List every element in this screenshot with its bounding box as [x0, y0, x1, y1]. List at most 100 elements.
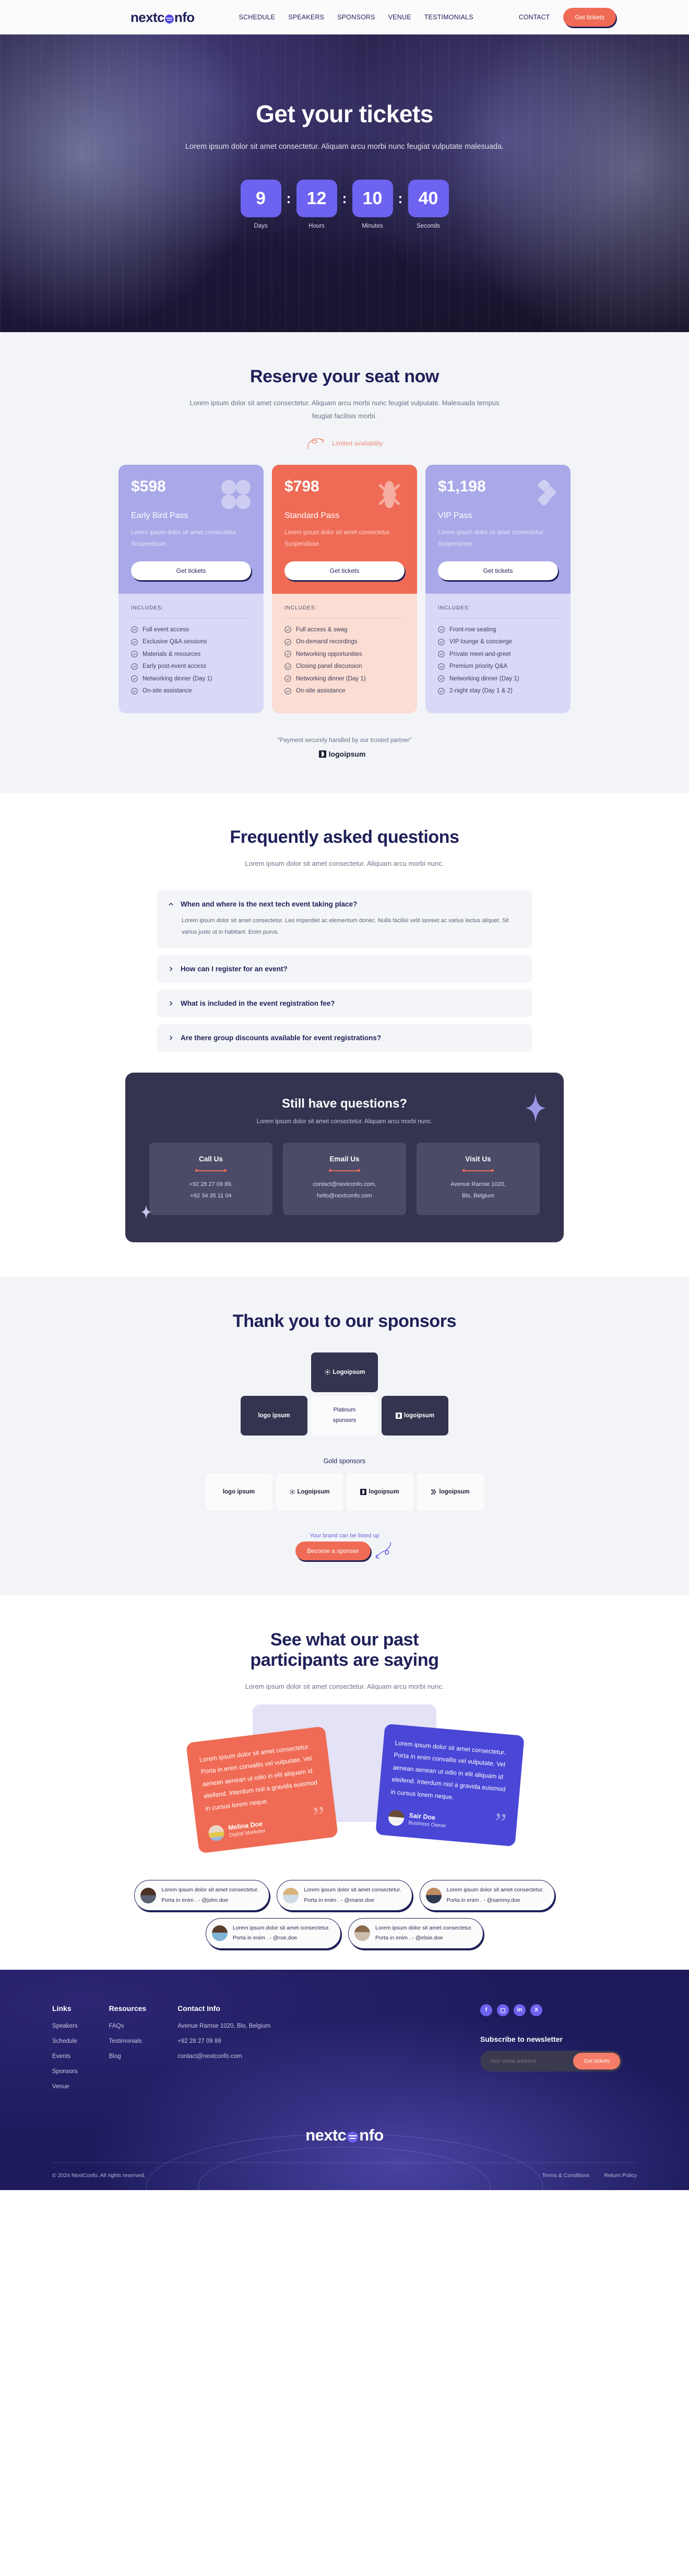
pricing-get-tickets-button[interactable]: Get tickets — [438, 561, 558, 581]
pill-line1: Lorem ipsum dolor sit amet consectetur. — [232, 1925, 330, 1931]
gold-sponsor-tile-3[interactable]: logoipsum — [346, 1473, 413, 1511]
pricing-card-features: INCLUDES: Front-row seating VIP lounge &… — [425, 594, 571, 714]
sponsor-tile-logoipsum-2[interactable]: logo ipsum — [241, 1395, 307, 1436]
payment-note: "Payment securely handled by our trusted… — [277, 737, 412, 744]
facebook-icon[interactable]: f — [480, 2004, 492, 2016]
faq-section: Frequently asked questions Lorem ipsum d… — [0, 793, 689, 1277]
testimonial-pill[interactable]: Lorem ipsum dolor sit amet consectetur. … — [419, 1880, 555, 1911]
testimonial-pill[interactable]: Lorem ipsum dolor sit amet consectetur. … — [348, 1918, 484, 1949]
faq-item[interactable]: When and where is the next tech event ta… — [157, 890, 532, 948]
feature-item: 2-night stay (Day 1 & 2) — [438, 688, 558, 695]
footer-contact-address: Avenue Ramse 1020, Blo, Belgium — [177, 2022, 271, 2029]
chevron-right-icon — [170, 967, 173, 971]
footer-link-events[interactable]: Events — [52, 2053, 78, 2060]
contact-box-email-us[interactable]: Email Us contact@nextconfo.com, hello@ne… — [283, 1142, 406, 1215]
pill-line1: Lorem ipsum dolor sit amet consectetur. — [375, 1925, 473, 1931]
feature-item: Networking dinner (Day 1) — [284, 675, 405, 683]
sponsor-logo: logoipsum — [360, 1488, 399, 1495]
countdown-separator-1: : — [286, 191, 291, 206]
sponsor-tile-logoipsum-3[interactable]: logoipsum — [382, 1395, 448, 1436]
footer-link-blog[interactable]: Blog — [109, 2053, 147, 2060]
faq-question-row[interactable]: Are there group discounts available for … — [168, 1034, 521, 1042]
terms-link[interactable]: Terms & Conditions — [542, 2172, 590, 2179]
sponsor-tile-logoipsum-1[interactable]: Logoipsum — [311, 1352, 378, 1392]
testimonial-card-sair: Lorem ipsum dolor sit amet consectetur. … — [375, 1723, 525, 1847]
sponsor-logo-text: Logoipsum — [332, 1369, 365, 1375]
subscribe-form: Get tickets — [480, 2050, 622, 2072]
nav-item-testimonials[interactable]: TESTIMONIALS — [424, 14, 473, 21]
footer-contact-phone[interactable]: +92 28 27 09 89 — [177, 2038, 270, 2044]
pricing-plan-name: Standard Pass — [284, 511, 339, 520]
pricing-get-tickets-button[interactable]: Get tickets — [131, 561, 251, 581]
pricing-card-standard[interactable]: $798 Standard Pass Lorem ipsum dolor sit… — [272, 464, 417, 714]
feature-label: Full access & swag — [296, 626, 348, 633]
faq-question-row[interactable]: What is included in the event registrati… — [168, 999, 521, 1007]
gold-sponsor-tile-2[interactable]: Logoipsum — [276, 1473, 343, 1511]
twitter-x-icon[interactable]: X — [530, 2004, 542, 2016]
contact-box-call-us[interactable]: Call Us +92 28 27 09 89, +92 34 35 11 04 — [149, 1142, 272, 1215]
footer-link-faqs[interactable]: FAQs — [109, 2023, 147, 2029]
get-tickets-button[interactable]: Get tickets — [563, 8, 616, 27]
faq-question-row[interactable]: How can I register for an event? — [168, 965, 521, 973]
check-circle-icon — [438, 688, 445, 695]
platinum-sponsor-top: Logoipsum — [52, 1352, 637, 1392]
footer-link-speakers[interactable]: Speakers — [52, 2023, 78, 2029]
testimonial-pill[interactable]: Lorem ipsum dolor sit amet consectetur. … — [205, 1918, 341, 1949]
gold-sponsor-tile-1[interactable]: logo ipsum — [205, 1473, 272, 1511]
pill-line2: Porta in enim . - @sammy.doe — [446, 1897, 520, 1903]
email-input[interactable] — [482, 2057, 574, 2064]
contact-box-line1: contact@nextconfo.com, — [313, 1181, 376, 1187]
sunburst-icon — [324, 1369, 330, 1375]
return-policy-link[interactable]: Return Policy — [604, 2172, 637, 2179]
nav-item-schedule[interactable]: SCHEDULE — [239, 14, 276, 21]
nav-item-contact[interactable]: CONTACT — [519, 14, 550, 21]
sponsor-logo: logo ipsum — [258, 1413, 290, 1419]
payment-partner-name: logoipsum — [328, 750, 366, 759]
testimonial-pill[interactable]: Lorem ipsum dolor sit amet consectetur. … — [277, 1880, 412, 1911]
subscribe-button[interactable]: Get tickets — [573, 2052, 620, 2069]
footer-link-sponsors[interactable]: Sponsors — [52, 2068, 78, 2075]
nav-item-speakers[interactable]: SPEAKERS — [288, 14, 324, 21]
sponsor-logo: Logoipsum — [289, 1489, 329, 1495]
testimonial-pill[interactable]: Lorem ipsum dolor sit amet consectetur. … — [134, 1880, 270, 1911]
pricing-card-vip[interactable]: $1,198 VIP Pass Lorem ipsum dolor sit am… — [425, 464, 571, 714]
faq-list: When and where is the next tech event ta… — [157, 890, 532, 1052]
footer-contact-email[interactable]: contact@nextconfo.com — [177, 2053, 270, 2060]
contact-box-visit-us[interactable]: Visit Us Avenue Ramse 1020, Blo, Belgium — [417, 1142, 540, 1215]
linkedin-icon[interactable]: in — [514, 2004, 526, 2016]
pricing-get-tickets-button[interactable]: Get tickets — [284, 561, 405, 581]
gold-sponsor-tile-4[interactable]: logoipsum — [417, 1473, 484, 1511]
hero-content: Get your tickets Lorem ipsum dolor sit a… — [0, 34, 689, 229]
pill-text: Lorem ipsum dolor sit amet consectetur. … — [161, 1885, 258, 1905]
footer-bottom-links: Terms & Conditions Return Policy — [542, 2172, 637, 2179]
nav-item-sponsors[interactable]: SPONSORS — [337, 14, 375, 21]
faq-question-row[interactable]: When and where is the next tech event ta… — [168, 900, 521, 908]
pricing-card-early-bird[interactable]: $598 Early Bird Pass Lorem ipsum dolor s… — [118, 464, 264, 714]
footer-bottom-bar: © 2024 NextConfo. All rights reserved. T… — [52, 2162, 637, 2190]
hero-title: Get your tickets — [256, 100, 433, 127]
testimonial-cards-stage: Lorem ipsum dolor sit amet consectetur. … — [52, 1704, 637, 1877]
testimonial-pill-row-2: Lorem ipsum dolor sit amet consectetur. … — [52, 1918, 637, 1949]
pricing-card-header: $798 Standard Pass Lorem ipsum dolor sit… — [272, 464, 417, 594]
halfmoon-icon — [395, 1412, 402, 1419]
footer-link-schedule[interactable]: Schedule — [52, 2038, 78, 2044]
testimonial-quote: Lorem ipsum dolor sit amet consectetur. … — [199, 1743, 318, 1813]
footer-column-contact: Contact Info Avenue Ramse 1020, Blo, Bel… — [177, 2004, 270, 2099]
contact-box-line1: +92 28 27 09 89, — [189, 1181, 233, 1187]
pill-line1: Lorem ipsum dolor sit amet consectetur. — [304, 1887, 401, 1893]
footer-link-venue[interactable]: Venue — [52, 2084, 78, 2090]
faq-item[interactable]: What is included in the event registrati… — [157, 989, 532, 1017]
feature-item: Private meet-and-greet — [438, 651, 558, 658]
feature-item: VIP lounge & concierge — [438, 639, 558, 645]
nav-item-venue[interactable]: VENUE — [388, 14, 411, 21]
faq-item[interactable]: Are there group discounts available for … — [157, 1024, 532, 1052]
countdown-unit-seconds: 40 Seconds — [408, 180, 449, 229]
brand-logo[interactable]: nextc nfo — [130, 9, 195, 26]
instagram-icon[interactable]: ▢ — [497, 2004, 509, 2016]
footer-link-testimonials[interactable]: Testimonials — [109, 2038, 147, 2044]
become-sponsor-button[interactable]: Become a sponser — [295, 1541, 371, 1560]
feature-item: Premium priority Q&A — [438, 663, 558, 670]
testimonial-author: Melina Doe Digital Marketer — [207, 1812, 326, 1842]
faq-item[interactable]: How can I register for an event? — [157, 955, 532, 983]
check-circle-icon — [438, 663, 445, 670]
